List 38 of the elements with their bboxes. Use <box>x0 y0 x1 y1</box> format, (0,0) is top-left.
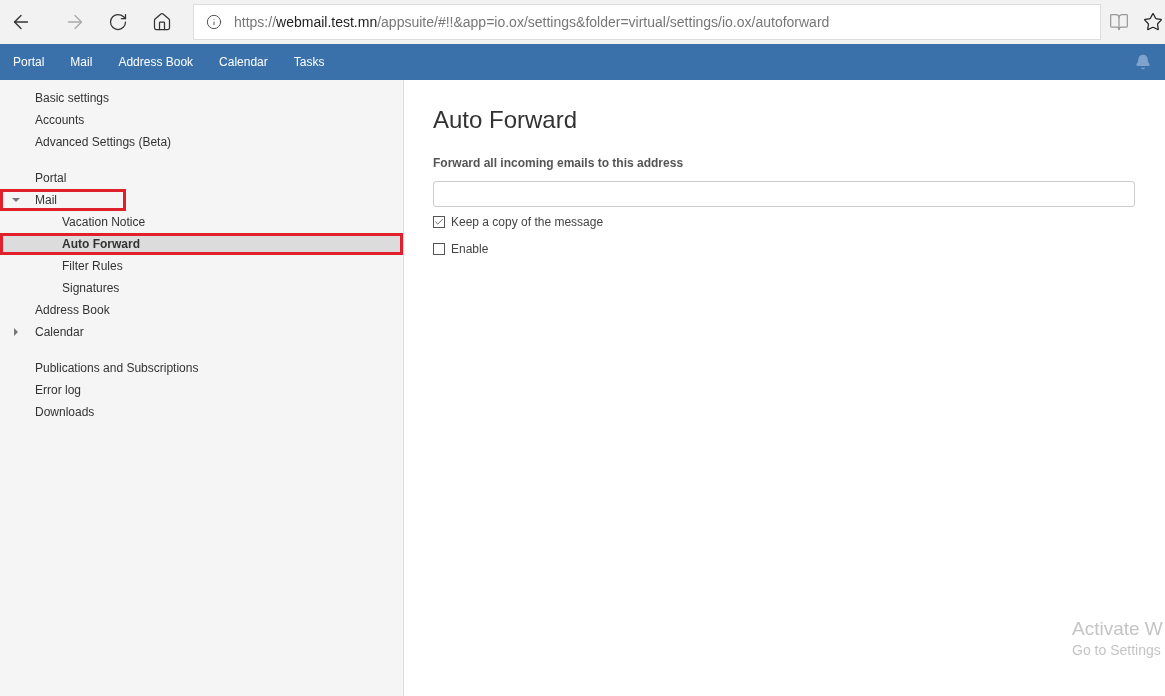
nav-link[interactable]: Portal <box>13 53 45 71</box>
caret-down-icon[interactable] <box>12 196 20 204</box>
nav-link[interactable]: Address Book <box>118 53 194 71</box>
activation-notice-title: Activate W <box>1072 618 1163 640</box>
tree-item[interactable]: Accounts <box>0 109 403 131</box>
home-icon[interactable] <box>152 12 172 32</box>
tree-item[interactable]: Error log <box>0 379 403 401</box>
check-icon <box>434 217 444 227</box>
star-icon[interactable] <box>1143 12 1163 32</box>
activation-notice-text: Go to Settings <box>1072 641 1162 660</box>
checkbox-label: Enable <box>451 241 489 258</box>
checkbox[interactable] <box>433 243 445 255</box>
tree-item[interactable]: Publications and Subscriptions <box>0 357 403 379</box>
nav-link[interactable]: Mail <box>70 53 93 71</box>
address-bar[interactable]: https://webmail.test.mn/appsuite/#!!&app=io.ox/settings&folder=virtual/settings/io.ox/autoforward <box>193 4 1101 40</box>
reload-icon[interactable] <box>108 12 128 32</box>
nav-link[interactable]: Calendar <box>219 53 268 71</box>
tree-item[interactable]: Advanced Settings (Beta) <box>0 131 403 153</box>
tree-item[interactable]: Filter Rules <box>0 255 403 277</box>
url-text: https://webmail.test.mn/appsuite/#!!&app=io.ox/settings&folder=virtual/settings/io.ox/autoforward <box>234 12 830 32</box>
tree-item[interactable]: Downloads <box>0 401 403 423</box>
tree-item[interactable]: Address Book <box>0 299 403 321</box>
caret-right-icon[interactable] <box>12 328 20 336</box>
tree-item[interactable]: Vacation Notice <box>0 211 403 233</box>
tree-item[interactable]: Mail <box>0 189 126 211</box>
page-title: Auto Forward <box>433 105 579 135</box>
tree-item[interactable]: Auto Forward <box>0 233 403 255</box>
tree-item[interactable]: Basic settings <box>0 87 403 109</box>
tree-item[interactable]: Signatures <box>0 277 403 299</box>
checkbox[interactable] <box>433 216 445 228</box>
checkbox-label: Keep a copy of the message <box>451 214 604 231</box>
field-label: Forward all incoming emails to this address <box>433 155 685 172</box>
info-icon <box>206 14 222 30</box>
book-icon[interactable] <box>1109 12 1129 32</box>
email-input-field[interactable] <box>433 181 1135 207</box>
tree-item[interactable]: Portal <box>0 167 403 189</box>
tree-item[interactable]: Calendar <box>0 321 403 343</box>
nav-link[interactable]: Tasks <box>293 53 325 71</box>
